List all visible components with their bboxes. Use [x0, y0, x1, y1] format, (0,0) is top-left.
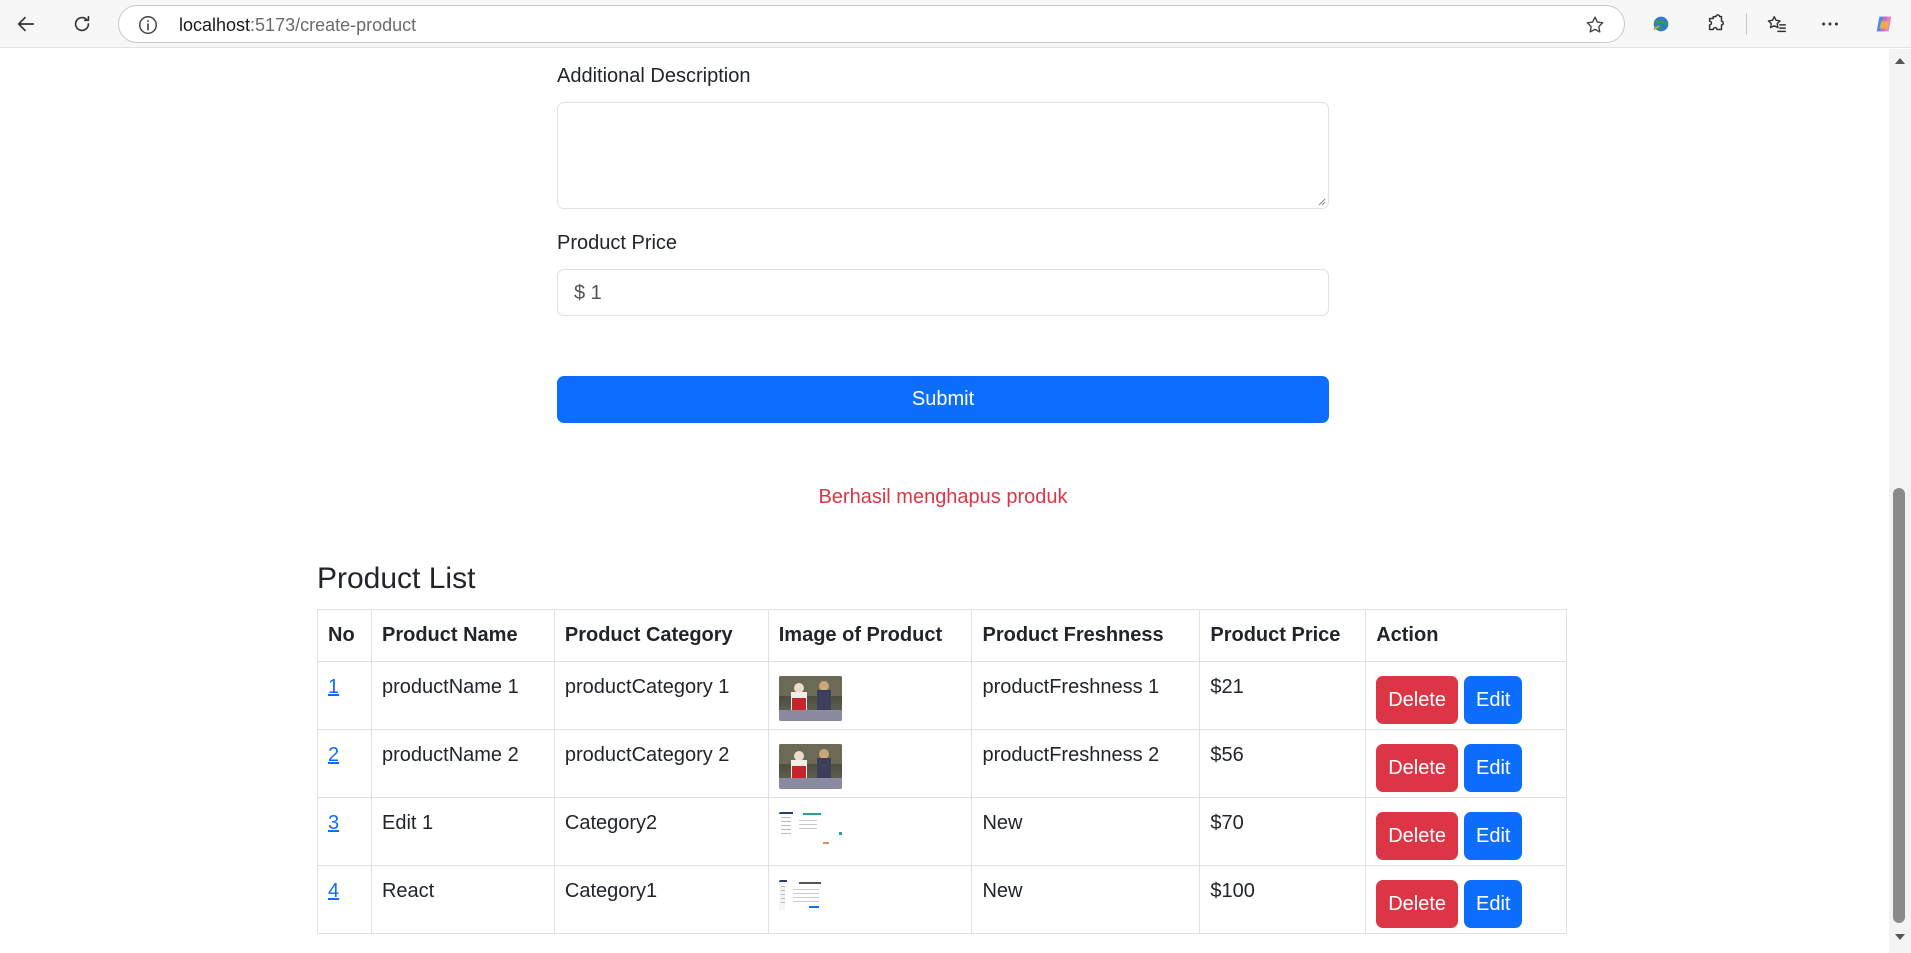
product-freshness-cell: productFreshness 2 — [971, 729, 1201, 798]
reload-button[interactable] — [64, 7, 100, 41]
product-name-cell: Edit 1 — [370, 797, 555, 866]
url-host: localhost — [179, 15, 251, 35]
extensions-button[interactable] — [1698, 7, 1734, 41]
edit-button[interactable]: Edit — [1464, 744, 1523, 792]
delete-button[interactable]: Delete — [1376, 676, 1458, 724]
scroll-down-arrow-icon[interactable] — [1892, 930, 1908, 944]
product-freshness-cell: New — [971, 797, 1201, 866]
submit-button[interactable]: Submit — [557, 376, 1329, 423]
action-cell: Delete Edit — [1365, 865, 1567, 934]
product-name-cell: productName 2 — [370, 729, 555, 798]
product-category-cell: Category2 — [553, 797, 769, 866]
product-number-link[interactable]: 3 — [328, 812, 339, 834]
delete-button[interactable]: Delete — [1376, 744, 1458, 792]
product-category-cell: productCategory 2 — [553, 729, 769, 798]
address-bar[interactable]: localhost:5173/create-product — [118, 5, 1625, 43]
product-list-title: Product List — [317, 562, 476, 595]
info-icon[interactable] — [137, 14, 159, 36]
product-number-link[interactable]: 4 — [328, 880, 339, 902]
url-text[interactable]: localhost:5173/create-product — [179, 15, 416, 36]
screenshot-thumbnail-graphic — [778, 880, 842, 925]
product-name-cell: productName 1 — [370, 661, 555, 730]
table-row: 1 productName 1 productCategory 1 produc… — [317, 661, 1567, 730]
table-row: 2 productName 2 productCategory 2 produc… — [317, 729, 1567, 798]
product-image-thumbnail — [778, 744, 842, 789]
column-header-action: Action — [1365, 609, 1567, 662]
scrollbar-thumb[interactable] — [1893, 488, 1905, 923]
extension-globe-button[interactable] — [1643, 7, 1679, 41]
screenshot-thumbnail-graphic — [778, 812, 842, 857]
reload-icon — [74, 15, 90, 32]
back-arrow-icon — [17, 16, 35, 32]
product-image-thumbnail — [778, 676, 842, 721]
product-name-cell: React — [370, 865, 555, 934]
photo-thumbnail-graphic — [778, 676, 842, 721]
table-row: 4 React Category1 New $100 Delete Edit — [317, 865, 1567, 934]
action-cell: Delete Edit — [1365, 797, 1567, 866]
price-label: Product Price — [557, 232, 678, 254]
product-freshness-cell: New — [971, 865, 1201, 934]
action-cell: Delete Edit — [1365, 729, 1567, 798]
edit-button[interactable]: Edit — [1464, 812, 1523, 860]
product-number-link[interactable]: 1 — [328, 676, 339, 698]
resize-grip-icon[interactable] — [1316, 196, 1326, 206]
edit-button[interactable]: Edit — [1464, 676, 1523, 724]
product-image-cell — [767, 797, 973, 866]
url-path: :5173/create-product — [250, 15, 417, 35]
description-textarea[interactable] — [557, 102, 1329, 209]
product-price-cell: $100 — [1199, 865, 1367, 934]
browser-toolbar: localhost:5173/create-product — [0, 0, 1911, 48]
product-table: No Product Name Product Category Image o… — [317, 609, 1567, 934]
product-image-thumbnail — [778, 812, 842, 857]
action-cell: Delete Edit — [1365, 661, 1567, 730]
table-header-row: No Product Name Product Category Image o… — [317, 609, 1567, 662]
copilot-icon — [1876, 16, 1892, 32]
edit-button[interactable]: Edit — [1464, 880, 1523, 928]
table-row: 3 Edit 1 Category2 New $70 Delete Edit — [317, 797, 1567, 866]
product-price-cell: $56 — [1199, 729, 1367, 798]
delete-button[interactable]: Delete — [1376, 880, 1458, 928]
column-header-category: Product Category — [553, 609, 769, 662]
column-header-price: Product Price — [1199, 609, 1367, 662]
toolbar-divider — [1746, 13, 1747, 35]
product-category-cell: productCategory 1 — [553, 661, 769, 730]
globe-extension-icon — [1653, 16, 1669, 32]
product-price-cell: $21 — [1199, 661, 1367, 730]
favorite-star-icon[interactable] — [1584, 14, 1606, 36]
more-dots-icon — [1822, 22, 1838, 26]
scroll-up-arrow-icon[interactable] — [1892, 54, 1908, 68]
favorites-button[interactable] — [1759, 7, 1795, 41]
back-button[interactable] — [8, 7, 44, 41]
product-image-thumbnail — [778, 880, 842, 925]
product-image-cell — [767, 865, 973, 934]
column-header-freshness: Product Freshness — [971, 609, 1201, 662]
column-header-image: Image of Product — [767, 609, 973, 662]
price-input[interactable]: $ 1 — [557, 269, 1329, 316]
delete-button[interactable]: Delete — [1376, 812, 1458, 860]
photo-thumbnail-graphic — [778, 744, 842, 789]
more-menu-button[interactable] — [1812, 7, 1848, 41]
product-number-link[interactable]: 2 — [328, 744, 339, 766]
column-header-name: Product Name — [370, 609, 555, 662]
product-category-cell: Category1 — [553, 865, 769, 934]
product-image-cell — [767, 729, 973, 798]
favorites-list-icon — [1767, 15, 1786, 33]
product-freshness-cell: productFreshness 1 — [971, 661, 1201, 730]
product-image-cell — [767, 661, 973, 730]
status-message: Berhasil menghapus produk — [818, 486, 1068, 508]
column-header-no: No — [317, 609, 372, 662]
puzzle-icon — [1708, 14, 1725, 31]
description-label: Additional Description — [557, 65, 751, 87]
copilot-button[interactable] — [1866, 7, 1902, 41]
product-price-cell: $70 — [1199, 797, 1367, 866]
